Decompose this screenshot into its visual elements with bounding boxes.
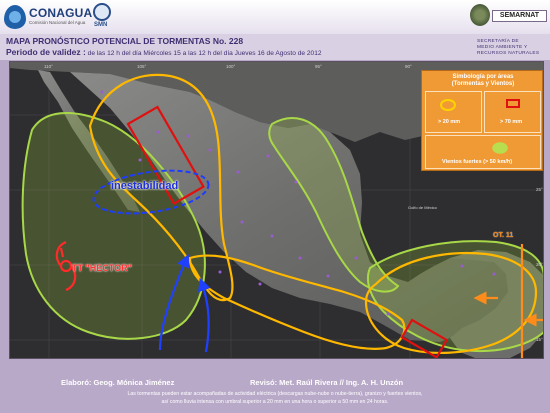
legend-title: Simbología por áreas (Tormentas y Viento…: [422, 74, 543, 88]
latitude-label: 20°: [536, 262, 543, 267]
semarnat-wordmark: SEMARNAT: [492, 10, 547, 22]
legend-cell-wind: Vientos fuertes (> 50 km/h): [425, 135, 541, 169]
yellow-ring-icon: [440, 99, 456, 111]
agency-line: MEDIO AMBIENTE Y: [477, 45, 528, 50]
legend-cell-rain-low: > 20 mm: [425, 91, 482, 133]
longitude-label: 90°: [405, 64, 412, 69]
moisture-flow-arrow: [198, 277, 211, 353]
storm-hector-label: TT "HECTOR": [72, 263, 132, 273]
brand-name: CONAGUA: [29, 6, 93, 20]
map-legend: Simbología por áreas (Tormentas y Viento…: [421, 70, 543, 171]
validity-text: de las 12 h del día Miércoles 15 a las 1…: [85, 50, 322, 57]
legend-cell-rain-high: > 70 mm: [484, 91, 541, 133]
globe-icon: [93, 3, 111, 21]
longitude-label: 105°: [137, 64, 147, 69]
latitude-label: 15°: [536, 337, 543, 342]
national-seal-icon: [470, 4, 490, 26]
semarnat-logo: SEMARNAT: [470, 2, 548, 30]
legend-wind-label: Vientos fuertes (> 50 km/h): [442, 159, 513, 165]
conagua-logo: CONAGUA Comisión Nacional del Agua: [4, 4, 92, 30]
brand-subtitle: Comisión Nacional del Agua: [29, 20, 86, 25]
legend-title-line: (Tormentas y Vientos): [451, 81, 515, 87]
forecast-map: 110° 105° 100° 95° 90° 30° 25° 20° 15° G…: [9, 61, 544, 359]
longitude-label: 110°: [44, 64, 53, 69]
agency-line: SECRETARÍA DE: [477, 39, 519, 44]
instability-label: inestabilidad: [111, 180, 179, 192]
smn-text: SMN: [94, 22, 108, 28]
map-title: MAPA PRONÓSTICO POTENCIAL DE TORMENTAS N…: [6, 36, 244, 46]
red-box-icon: [506, 99, 520, 108]
smn-logo: SMN: [92, 3, 112, 31]
disclaimer-line: Las tormentas pueden estar acompañadas d…: [127, 391, 423, 397]
legend-rain-low-label: > 20 mm: [438, 119, 461, 125]
agency-name: SECRETARÍA DE MEDIO AMBIENTE Y RECURSOS …: [477, 34, 550, 60]
tropical-wave-label: OT. 11: [493, 232, 514, 239]
water-drop-icon: [4, 5, 26, 29]
header-bar: CONAGUA Comisión Nacional del Agua SMN S…: [0, 0, 550, 34]
agency-line: RECURSOS NATURALES: [477, 51, 540, 56]
reviewed-by: Revisó: Met. Raúl Rivera // Ing. A. H. U…: [250, 378, 404, 387]
title-bar: MAPA PRONÓSTICO POTENCIAL DE TORMENTAS N…: [0, 34, 550, 60]
wind-area-yucatan: [366, 240, 543, 353]
validity-period: Periodo de validez : de las 12 h del día…: [6, 47, 322, 57]
longitude-label: 95°: [315, 64, 322, 69]
validity-label: Periodo de validez :: [6, 47, 86, 57]
longitude-label: 100°: [226, 64, 236, 69]
disclaimer-line: así como lluvia intensa con umbral super…: [161, 399, 389, 405]
gulf-of-mexico-label: Golfo de México: [408, 205, 437, 210]
prepared-by: Elaboró: Geog. Mónica Jiménez: [61, 378, 175, 387]
legend-rain-high-label: > 70 mm: [500, 119, 523, 125]
footer: Elaboró: Geog. Mónica Jiménez Revisó: Me…: [0, 370, 550, 413]
latitude-label: 25°: [536, 187, 543, 192]
legend-title-line: Simbología por áreas: [452, 74, 514, 80]
